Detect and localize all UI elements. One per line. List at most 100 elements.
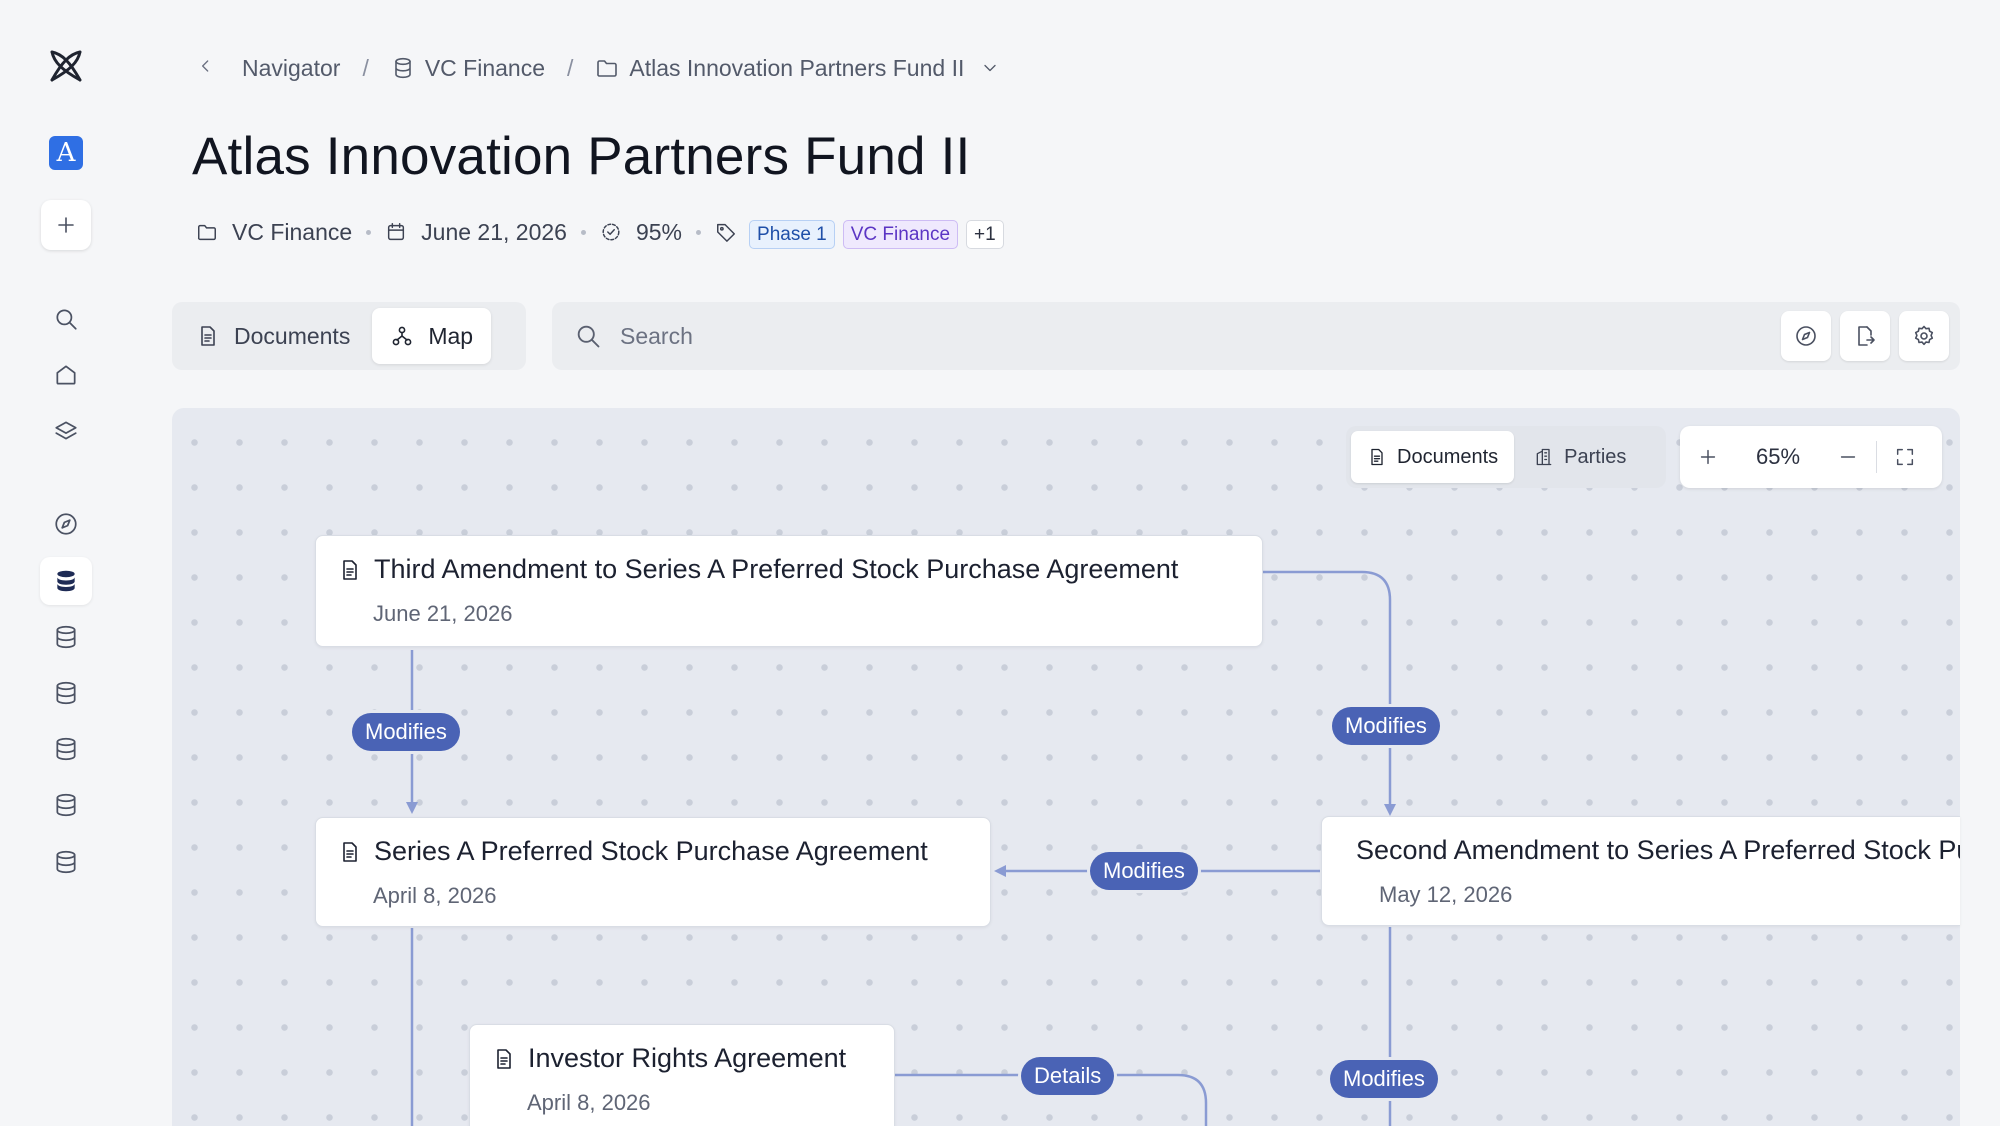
edge-label[interactable]: Modifies [1090, 852, 1198, 890]
document-node[interactable]: Second Amendment to Series A Preferred S… [1321, 816, 1960, 926]
meta-progress: 95% [600, 219, 682, 246]
document-node-date: May 12, 2026 [1379, 882, 1513, 907]
gear-icon [1914, 325, 1934, 346]
nav-home[interactable] [40, 351, 92, 399]
search-bar [552, 302, 1960, 370]
breadcrumb-separator: / [362, 54, 369, 81]
document-node-date: April 8, 2026 [527, 1090, 651, 1115]
document-icon [497, 1048, 511, 1069]
tag-icon [717, 223, 735, 242]
document-icon [343, 559, 357, 580]
add-button[interactable] [41, 200, 91, 250]
nav-database-1[interactable] [40, 613, 92, 661]
map-canvas[interactable] [172, 408, 1960, 1126]
explore-button[interactable] [1781, 311, 1831, 361]
building-icon [1536, 448, 1552, 466]
search-input[interactable] [620, 322, 1620, 350]
search-icon [56, 309, 77, 330]
document-icon [343, 841, 357, 862]
document-node-title: Second Amendment to Series A Preferred S… [1356, 835, 1960, 865]
view-tabs: Documents Map [172, 302, 526, 370]
settings-button[interactable] [1899, 311, 1949, 361]
document-icon [1371, 448, 1383, 466]
nav-search[interactable] [40, 295, 92, 343]
database-icon [56, 681, 76, 705]
breadcrumb-label: VC Finance [424, 54, 545, 81]
edge-label[interactable]: Details [1021, 1057, 1115, 1095]
network-icon [392, 326, 412, 346]
document-node-title: Investor Rights Agreement [528, 1043, 847, 1073]
fullscreen-icon [1896, 448, 1914, 466]
compass-icon [1796, 326, 1816, 346]
nav-database-4[interactable] [40, 781, 92, 829]
database-icon [395, 57, 411, 79]
document-node-date: April 8, 2026 [373, 883, 497, 908]
folder-icon [197, 224, 216, 241]
meta-folder-label: VC Finance [232, 218, 353, 245]
document-node[interactable]: Third Amendment to Series A Preferred St… [315, 535, 1263, 647]
zoom-controls: 65% [1680, 426, 1942, 488]
document-icon [201, 326, 215, 346]
nav-layers[interactable] [40, 407, 92, 455]
minus-icon [1840, 456, 1856, 458]
document-node[interactable]: Series A Preferred Stock Purchase Agreem… [315, 817, 991, 927]
breadcrumb-separator: / [567, 54, 574, 81]
edge-label[interactable]: Modifies [1330, 1060, 1438, 1098]
tab-label: Map [428, 322, 474, 349]
breadcrumb-navigator[interactable]: Navigator [242, 55, 340, 82]
plus-icon [1700, 449, 1716, 465]
meta-tags: Phase 1 VC Finance +1 [715, 219, 1012, 249]
chevron-down-icon[interactable] [980, 58, 1000, 78]
tab-documents[interactable]: Documents [178, 308, 368, 364]
database-icon [57, 570, 75, 592]
meta-row: VC Finance June 21, 2026 95% Phase 1 VC F… [196, 214, 1012, 250]
canvas-tab-documents[interactable]: Documents [1351, 431, 1515, 483]
progress-check-icon [602, 223, 620, 241]
tag-vc-finance[interactable]: VC Finance [842, 219, 959, 249]
canvas-tab-label: Documents [1397, 445, 1499, 468]
breadcrumb-label: Atlas Innovation Partners Fund II [629, 54, 965, 81]
database-icon [56, 737, 76, 761]
page-title: Atlas Innovation Partners Fund II [192, 127, 971, 186]
meta-date: June 21, 2026 [385, 219, 567, 246]
nav-database-5[interactable] [40, 838, 92, 886]
file-export-icon [1858, 326, 1875, 346]
canvas-tab-parties[interactable]: Parties [1518, 431, 1642, 483]
document-node[interactable]: Investor Rights Agreement April 8, 2026 [469, 1024, 895, 1126]
compass-icon [55, 513, 77, 535]
plus-icon [58, 217, 74, 233]
edge-label[interactable]: Modifies [352, 713, 460, 751]
tag-phase-1[interactable]: Phase 1 [749, 219, 835, 249]
meta-folder[interactable]: VC Finance [196, 219, 352, 246]
edge-label[interactable]: Modifies [1332, 707, 1440, 745]
breadcrumb-fund[interactable]: Atlas Innovation Partners Fund II [595, 55, 1000, 82]
fullscreen-button[interactable] [1877, 426, 1933, 488]
nav-database-2[interactable] [40, 669, 92, 717]
zoom-out-button[interactable] [1820, 426, 1876, 488]
nav-database-3[interactable] [40, 725, 92, 773]
document-node-title: Series A Preferred Stock Purchase Agreem… [374, 836, 928, 866]
nav-explore[interactable] [40, 500, 92, 548]
export-document-button[interactable] [1840, 311, 1890, 361]
workspace-avatar[interactable]: A [49, 136, 83, 170]
breadcrumb: Navigator / VC Finance / Atlas Innovatio… [196, 48, 1000, 88]
tag-more[interactable]: +1 [966, 219, 1004, 249]
meta-separator [580, 229, 586, 235]
search-icon [577, 325, 600, 348]
meta-separator [366, 229, 372, 235]
zoom-level: 65% [1755, 444, 1801, 469]
calendar-icon [388, 223, 405, 241]
back-chevron-icon[interactable] [196, 55, 216, 82]
breadcrumb-vc-finance[interactable]: VC Finance [391, 55, 545, 82]
nav-database-active[interactable] [40, 557, 92, 605]
meta-progress-label: 95% [635, 218, 683, 245]
left-rail: A [0, 0, 132, 1126]
tab-label: Documents [234, 322, 351, 349]
database-icon [56, 850, 76, 874]
meta-separator [696, 229, 702, 235]
app-logo-icon[interactable] [44, 44, 88, 88]
zoom-in-button[interactable] [1680, 426, 1736, 488]
layers-icon [55, 421, 77, 440]
tab-map[interactable]: Map [372, 308, 492, 364]
document-node-date: June 21, 2026 [373, 601, 513, 626]
